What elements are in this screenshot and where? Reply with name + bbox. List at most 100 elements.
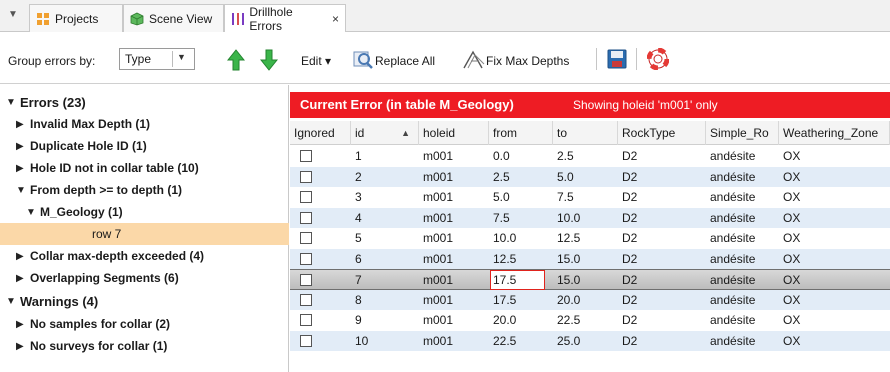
tree-item-overlapping-segments[interactable]: ▶ Overlapping Segments (6) (0, 267, 289, 289)
table-row-selected[interactable]: 7 m001 17.5 15.0 D2 andésite OX (290, 269, 890, 290)
cell-id[interactable]: 5 (351, 228, 362, 248)
column-header-to[interactable]: to (553, 121, 618, 145)
cell-from[interactable]: 17.5 (489, 290, 516, 310)
ignored-checkbox[interactable] (300, 314, 312, 326)
cell-id[interactable]: 2 (351, 167, 362, 187)
tab-drillhole-errors[interactable]: Drillhole Errors × (224, 4, 346, 33)
cell-simple-ro[interactable]: andésite (706, 146, 755, 166)
cell-weathering-zone[interactable]: OX (779, 167, 800, 187)
ignored-checkbox[interactable] (300, 232, 312, 244)
cell-from[interactable]: 12.5 (489, 249, 516, 269)
cell-rocktype[interactable]: D2 (618, 167, 637, 187)
cell-id[interactable]: 10 (351, 331, 368, 351)
cell-rocktype[interactable]: D2 (618, 187, 637, 207)
cell-rocktype[interactable]: D2 (618, 270, 637, 290)
tree-item-no-samples[interactable]: ▶ No samples for collar (2) (0, 313, 289, 335)
tree-item-collar-max-depth[interactable]: ▶ Collar max-depth exceeded (4) (0, 245, 289, 267)
cell-to[interactable]: 2.5 (553, 146, 574, 166)
help-lifebuoy-icon[interactable] (647, 48, 669, 70)
cell-to[interactable]: 10.0 (553, 208, 580, 228)
fix-max-depths-icon[interactable] (463, 49, 485, 69)
cell-id[interactable]: 9 (351, 310, 362, 330)
column-header-holeid[interactable]: holeid (419, 121, 489, 145)
cell-simple-ro[interactable]: andésite (706, 249, 755, 269)
cell-holeid[interactable]: m001 (419, 228, 453, 248)
tree-item-m-geology[interactable]: ▼ M_Geology (1) (0, 201, 289, 223)
tree-node-warnings[interactable]: ▼ Warnings (4) (0, 290, 289, 312)
cell-rocktype[interactable]: D2 (618, 331, 637, 351)
tab-list-dropdown-icon[interactable]: ▼ (6, 8, 20, 22)
cell-from[interactable]: 20.0 (489, 310, 516, 330)
tab-scene-view[interactable]: Scene View (123, 4, 224, 32)
cell-holeid[interactable]: m001 (419, 310, 453, 330)
cell-to[interactable]: 12.5 (553, 228, 580, 248)
tree-item-no-surveys[interactable]: ▶ No surveys for collar (1) (0, 335, 289, 357)
cell-holeid[interactable]: m001 (419, 290, 453, 310)
tree-item-hole-id-not-in-collar[interactable]: ▶ Hole ID not in collar table (10) (0, 157, 289, 179)
cell-holeid[interactable]: m001 (419, 146, 453, 166)
column-header-ignored[interactable]: Ignored (290, 121, 351, 145)
cell-holeid[interactable]: m001 (419, 208, 453, 228)
cell-to[interactable]: 20.0 (553, 290, 580, 310)
cell-weathering-zone[interactable]: OX (779, 270, 800, 290)
tree-item-invalid-max-depth[interactable]: ▶ Invalid Max Depth (1) (0, 113, 289, 135)
cell-weathering-zone[interactable]: OX (779, 249, 800, 269)
cell-weathering-zone[interactable]: OX (779, 228, 800, 248)
table-row[interactable]: 2 m001 2.5 5.0 D2 andésite OX (290, 166, 890, 187)
cell-rocktype[interactable]: D2 (618, 208, 637, 228)
cell-from[interactable]: 17.5 (490, 270, 545, 290)
column-header-rocktype[interactable]: RockType (618, 121, 706, 145)
cell-simple-ro[interactable]: andésite (706, 228, 755, 248)
cell-id[interactable]: 7 (351, 270, 362, 290)
ignored-checkbox[interactable] (300, 274, 312, 286)
table-row[interactable]: 3 m001 5.0 7.5 D2 andésite OX (290, 187, 890, 208)
tab-projects[interactable]: Projects (29, 4, 123, 32)
replace-all-icon[interactable] (352, 48, 374, 70)
arrow-up-icon[interactable] (227, 49, 245, 71)
cell-id[interactable]: 6 (351, 249, 362, 269)
cell-to[interactable]: 5.0 (553, 167, 574, 187)
cell-weathering-zone[interactable]: OX (779, 290, 800, 310)
column-header-id[interactable]: id ▲ (351, 121, 419, 145)
cell-from[interactable]: 2.5 (489, 167, 510, 187)
tree-item-from-depth[interactable]: ▼ From depth >= to depth (1) (0, 179, 289, 201)
cell-simple-ro[interactable]: andésite (706, 270, 755, 290)
table-row[interactable]: 9 m001 20.0 22.5 D2 andésite OX (290, 310, 890, 331)
ignored-checkbox[interactable] (300, 334, 312, 347)
cell-holeid[interactable]: m001 (419, 249, 453, 269)
cell-holeid[interactable]: m001 (419, 187, 453, 207)
cell-id[interactable]: 4 (351, 208, 362, 228)
cell-holeid[interactable]: m001 (419, 167, 453, 187)
cell-from[interactable]: 5.0 (489, 187, 510, 207)
table-row[interactable]: 8 m001 17.5 20.0 D2 andésite OX (290, 289, 890, 310)
cell-weathering-zone[interactable]: OX (779, 146, 800, 166)
cell-weathering-zone[interactable]: OX (779, 331, 800, 351)
cell-weathering-zone[interactable]: OX (779, 187, 800, 207)
cell-to[interactable]: 7.5 (553, 187, 574, 207)
cell-to[interactable]: 15.0 (553, 249, 580, 269)
tree-item-row-7[interactable]: row 7 (0, 223, 289, 245)
tree-item-duplicate-hole-id[interactable]: ▶ Duplicate Hole ID (1) (0, 135, 289, 157)
cell-rocktype[interactable]: D2 (618, 310, 637, 330)
cell-id[interactable]: 8 (351, 290, 362, 310)
cell-simple-ro[interactable]: andésite (706, 310, 755, 330)
replace-all-button[interactable]: Replace All (375, 54, 435, 68)
cell-simple-ro[interactable]: andésite (706, 290, 755, 310)
cell-simple-ro[interactable]: andésite (706, 331, 755, 351)
cell-weathering-zone[interactable]: OX (779, 310, 800, 330)
group-errors-select[interactable]: Type ▼ (119, 48, 195, 70)
table-row[interactable]: 5 m001 10.0 12.5 D2 andésite OX (290, 228, 890, 249)
column-header-weathering-zone[interactable]: Weathering_Zone (779, 121, 890, 145)
cell-to[interactable]: 25.0 (553, 331, 580, 351)
cell-weathering-zone[interactable]: OX (779, 208, 800, 228)
ignored-checkbox[interactable] (300, 252, 312, 265)
edit-menu-button[interactable]: Edit ▾ (301, 54, 331, 68)
column-header-simple-ro[interactable]: Simple_Ro (706, 121, 779, 145)
close-icon[interactable]: × (332, 12, 339, 26)
cell-rocktype[interactable]: D2 (618, 249, 637, 269)
cell-id[interactable]: 1 (351, 146, 362, 166)
table-row[interactable]: 10 m001 22.5 25.0 D2 andésite OX (290, 330, 890, 351)
arrow-down-icon[interactable] (260, 49, 278, 71)
cell-rocktype[interactable]: D2 (618, 228, 637, 248)
table-row[interactable]: 4 m001 7.5 10.0 D2 andésite OX (290, 207, 890, 228)
